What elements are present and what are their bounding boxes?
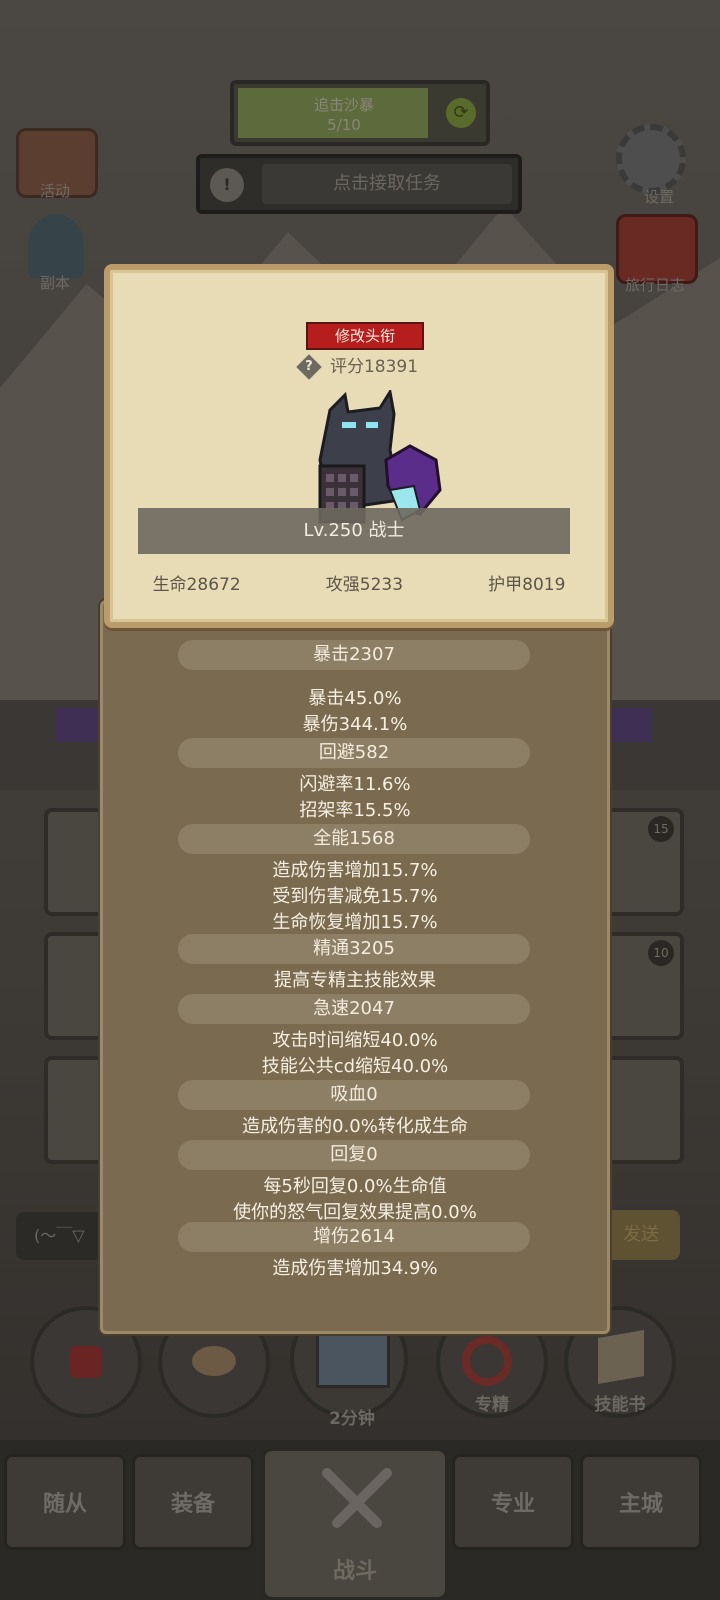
accept-task-bar[interactable]: ! 点击接取任务 (196, 154, 522, 214)
damage-dealt-bonus: 造成伤害增加15.7% (272, 860, 438, 881)
damage-taken-reduction: 受到伤害减免15.7% (272, 886, 438, 907)
nav-battle[interactable]: 战斗 (262, 1448, 448, 1600)
refresh-icon[interactable]: ⟳ (446, 98, 476, 128)
haste-header: 急速2047 (178, 994, 530, 1024)
score-value: 评分18391 (329, 357, 419, 377)
settings-label: 设置 (643, 188, 674, 206)
slot-level-badge: 10 (648, 940, 674, 966)
help-icon[interactable]: ? (296, 354, 322, 380)
dodge-rate: 闪避率11.6% (299, 774, 411, 795)
dungeon-icon[interactable] (28, 214, 84, 278)
skill-book-label: 技能书 (594, 1395, 646, 1415)
event-label: 活动 (39, 182, 70, 200)
global-cooldown-reduction: 技能公共cd缩短40.0% (261, 1056, 449, 1077)
regen-header: 回复0 (178, 1140, 530, 1170)
crit-damage: 暴伤344.1% (302, 714, 408, 735)
potion-icon (70, 1346, 102, 1378)
nav-battle-label: 战斗 (332, 1559, 377, 1584)
healing-bonus: 生命恢复增加15.7% (272, 912, 438, 933)
quest-progress: 5/10 (327, 116, 361, 134)
armor-stat: 护甲8019 (488, 575, 566, 595)
nav-main-city[interactable]: 主城 (580, 1454, 702, 1550)
slot-level-badge: 15 (648, 816, 674, 842)
bg-purple-bar-right (606, 708, 652, 742)
alert-icon: ! (210, 168, 244, 202)
skill-book-icon (598, 1329, 644, 1385)
dungeon-label: 副本 (39, 274, 70, 292)
quest-tracker[interactable]: 追击沙暴 5/10 ⟳ (230, 80, 490, 146)
send-button[interactable]: 发送 (602, 1210, 680, 1260)
core-stats: 生命28672 攻强5233 护甲8019 (110, 570, 608, 595)
damage-bonus-header: 增伤2614 (178, 1222, 530, 1252)
quest-title: 追击沙暴 (313, 96, 374, 114)
nav-equipment[interactable]: 装备 (132, 1454, 254, 1550)
attack-time-reduction: 攻击时间缩短40.0% (272, 1030, 438, 1051)
versatility-header: 全能1568 (178, 824, 530, 854)
accept-task-button[interactable]: 点击接取任务 (262, 164, 512, 204)
character-card: 修改头衔 ? 评分18391 Lv.250 战士 生命28672 攻强5233 护… (104, 264, 614, 628)
hp-stat: 生命28672 (152, 575, 241, 595)
crit-header: 暴击2307 (178, 640, 530, 670)
edit-title-button[interactable]: 修改头衔 (306, 322, 424, 350)
chest-timer: 2分钟 (329, 1409, 375, 1429)
specialization-label: 专精 (475, 1395, 509, 1415)
bg-purple-bar-left (56, 708, 106, 742)
mastery-effect: 提高专精主技能效果 (274, 970, 436, 991)
mastery-header: 精通3205 (178, 934, 530, 964)
damage-bonus-effect: 造成伤害增加34.9% (272, 1258, 438, 1279)
lifesteal-header: 吸血0 (178, 1080, 530, 1110)
score-row: ? 评分18391 (110, 352, 608, 380)
avoidance-header: 回避582 (178, 738, 530, 768)
specialization-icon (462, 1336, 512, 1386)
gear-icon[interactable] (616, 124, 686, 194)
attack-stat: 攻强5233 (325, 575, 404, 595)
chest-icon (316, 1330, 390, 1388)
lifesteal-effect: 造成伤害的0.0%转化成生命 (242, 1116, 468, 1137)
bread-icon (192, 1346, 236, 1376)
level-class-band: Lv.250 战士 (138, 508, 570, 554)
parry-rate: 招架率15.5% (299, 800, 411, 821)
rage-regen-effect: 使你的怒气回复效果提高0.0% (233, 1202, 477, 1223)
nav-follower[interactable]: 随从 (4, 1454, 126, 1550)
crit-rate: 暴击45.0% (308, 688, 402, 709)
nav-profession[interactable]: 专业 (452, 1454, 574, 1550)
crossed-swords-icon (317, 1463, 397, 1543)
hp-regen-effect: 每5秒回复0.0%生命值 (263, 1176, 447, 1197)
travel-log-label: 旅行日志 (624, 276, 685, 294)
